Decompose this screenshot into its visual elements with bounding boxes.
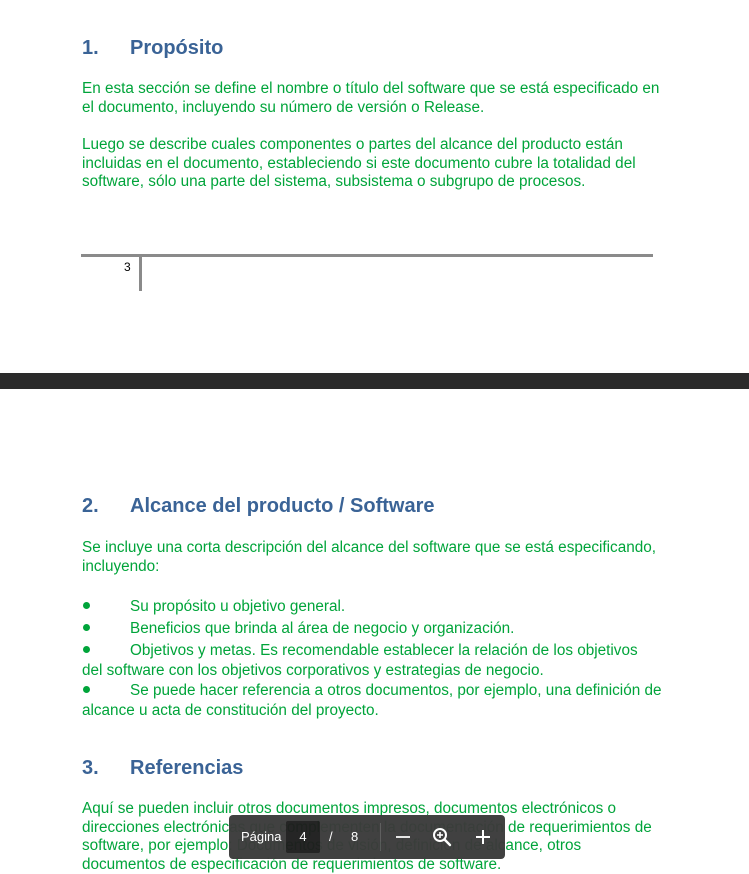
zoom-out-button[interactable]	[389, 823, 417, 851]
zoom-out-icon	[396, 836, 410, 838]
section-heading-alcance: 2. Alcance del producto / Software	[82, 495, 435, 518]
paragraph: Se incluye una corta descripción del alc…	[82, 539, 656, 575]
document-page-4: 2. Alcance del producto / Software Se inc…	[0, 389, 749, 873]
list-item-text: Objetivos y metas. Es recomendable estab…	[82, 642, 638, 679]
paragraph: En esta sección se define el nombre o tí…	[82, 80, 660, 116]
section-number: 1.	[82, 37, 99, 59]
section-heading-referencias: 3. Referencias	[82, 757, 243, 780]
footer-divider	[139, 257, 142, 291]
total-pages: 8	[351, 829, 359, 844]
zoom-in-button[interactable]	[469, 823, 497, 851]
section-title: Referencias	[130, 757, 244, 779]
list-item-text: Se puede hacer referencia a otros docume…	[82, 682, 662, 719]
bullet-icon	[82, 619, 130, 639]
footer-rule	[81, 254, 653, 257]
section-title: Alcance del producto / Software	[130, 495, 435, 517]
page-separator-slash: /	[329, 829, 333, 844]
section-number: 2.	[82, 495, 99, 517]
bullet-icon	[82, 597, 130, 617]
document-page-3: 1. Propósito En esta sección se define el…	[0, 0, 749, 373]
toolbar-divider	[380, 823, 381, 851]
page-separator	[0, 373, 749, 389]
list-item-text: Beneficios que brinda al área de negocio…	[130, 620, 515, 637]
section-title: Propósito	[130, 37, 224, 59]
bullet-icon	[82, 641, 130, 661]
zoom-in-icon	[476, 830, 490, 844]
section-heading-proposito: 1. Propósito	[82, 37, 223, 60]
pdf-page-toolbar: Página 4 / 8	[229, 815, 505, 859]
list-item: Objetivos y metas. Es recomendable estab…	[82, 641, 662, 680]
list-item: Su propósito u objetivo general.	[82, 597, 662, 617]
zoom-fit-button[interactable]	[428, 823, 456, 851]
list-item: Beneficios que brinda al área de negocio…	[82, 619, 662, 639]
bullet-icon	[82, 681, 130, 701]
list-item-text: Su propósito u objetivo general.	[130, 598, 346, 615]
paragraph: Luego se describe cuales componentes o p…	[82, 136, 636, 191]
section-number: 3.	[82, 757, 99, 779]
footer-page-number: 3	[124, 260, 131, 274]
zoom-fit-icon	[433, 828, 452, 847]
list-item: Se puede hacer referencia a otros docume…	[82, 681, 662, 720]
page-number-input[interactable]: 4	[286, 821, 320, 853]
page-label: Página	[241, 829, 282, 844]
